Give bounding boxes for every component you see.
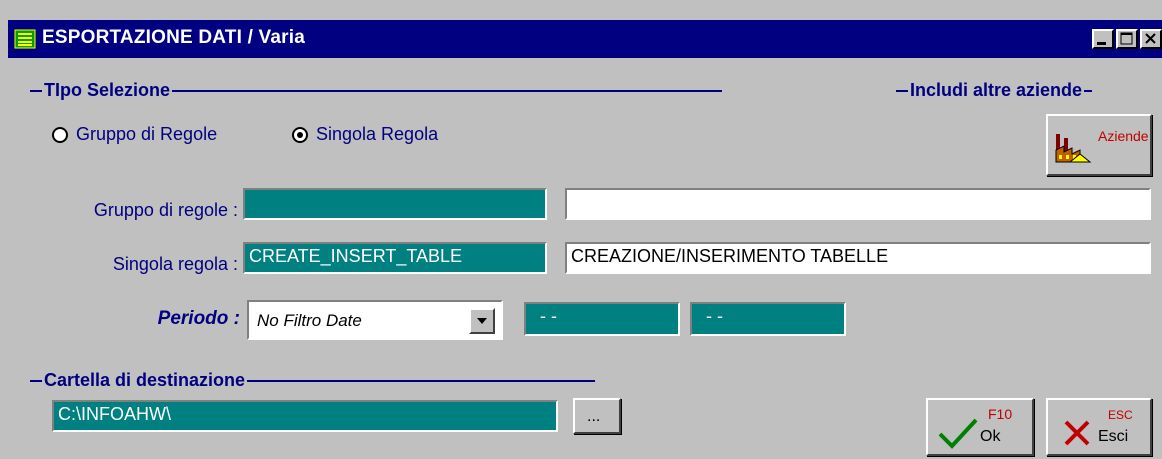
title-bar[interactable]: ESPORTAZIONE DATI / Varia bbox=[8, 20, 1162, 58]
esci-button-label: Esci bbox=[1098, 428, 1129, 445]
browse-button-label: ... bbox=[587, 408, 601, 425]
app-icon bbox=[14, 29, 36, 49]
minimize-button[interactable] bbox=[1092, 29, 1114, 49]
radio-checked-icon bbox=[292, 126, 308, 143]
esci-button[interactable]: ESC Esci bbox=[1046, 398, 1152, 456]
ok-shortcut-key: F10 bbox=[988, 406, 1013, 422]
maximize-button[interactable] bbox=[1116, 29, 1138, 49]
periodo-date-to-field[interactable]: - - bbox=[690, 302, 846, 336]
periodo-selected-value: No Filtro Date bbox=[257, 311, 362, 330]
close-button[interactable] bbox=[1140, 29, 1162, 49]
close-icon bbox=[1145, 33, 1156, 44]
cartella-destinazione-header: Cartella di destinazione bbox=[30, 370, 596, 391]
aziende-button[interactable]: Aziende bbox=[1046, 114, 1152, 176]
factory-icon bbox=[1055, 134, 1092, 163]
singola-regola-code-field[interactable]: CREATE_INSERT_TABLE bbox=[243, 242, 547, 274]
checkmark-icon bbox=[938, 418, 978, 449]
aziende-button-label: Aziende bbox=[1098, 128, 1149, 144]
dialog-window: ESPORTAZIONE DATI / Varia TIpo Selezione… bbox=[0, 0, 1162, 459]
gruppo-regole-label: Gruppo di regole : bbox=[93, 200, 238, 220]
maximize-icon bbox=[1120, 32, 1133, 45]
ok-button-label: Ok bbox=[980, 428, 1001, 445]
radio-gruppo-di-regole[interactable]: Gruppo di Regole bbox=[52, 124, 217, 145]
browse-button[interactable]: ... bbox=[573, 398, 621, 434]
esci-shortcut-key: ESC bbox=[1108, 408, 1133, 422]
radio-unchecked-icon bbox=[52, 126, 68, 143]
minimize-icon bbox=[1097, 42, 1106, 45]
cancel-x-icon bbox=[1064, 420, 1090, 446]
periodo-date-from-field[interactable]: - - bbox=[524, 302, 680, 336]
cartella-path-field[interactable]: C:\INFOAHW\ bbox=[52, 400, 558, 432]
tipo-selezione-header: TIpo Selezione bbox=[30, 80, 723, 101]
periodo-label: Periodo : bbox=[157, 308, 240, 329]
gruppo-regole-code-field[interactable] bbox=[243, 188, 547, 220]
gruppo-regole-description-field[interactable] bbox=[565, 188, 1151, 220]
radio-singola-regola[interactable]: Singola Regola bbox=[292, 124, 438, 145]
ok-button[interactable]: F10 Ok bbox=[926, 398, 1034, 456]
singola-regola-label: Singola regola : bbox=[112, 254, 238, 274]
window-title: ESPORTAZIONE DATI / Varia bbox=[42, 27, 305, 48]
chevron-down-icon bbox=[477, 318, 487, 324]
periodo-select[interactable]: No Filtro Date bbox=[247, 300, 503, 340]
periodo-dropdown-button[interactable] bbox=[469, 308, 495, 334]
includi-aziende-header: Includi altre aziende bbox=[896, 80, 1093, 101]
singola-regola-description-field[interactable]: CREAZIONE/INSERIMENTO TABELLE bbox=[565, 242, 1151, 274]
